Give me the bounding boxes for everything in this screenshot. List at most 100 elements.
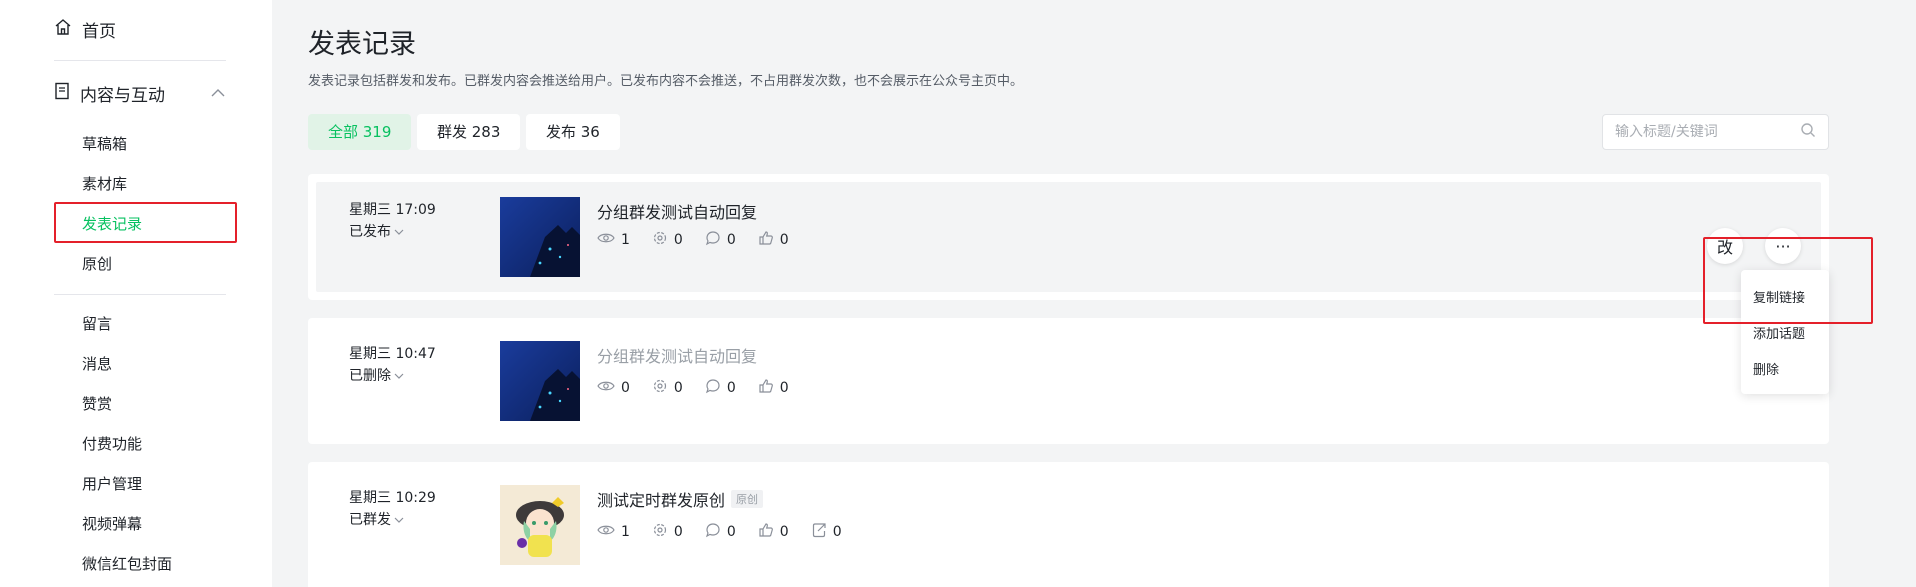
- record-stats: 0 0 0 0: [597, 378, 789, 398]
- chevron-down-icon: [394, 367, 404, 383]
- record-thumbnail[interactable]: [500, 197, 580, 277]
- more-button[interactable]: ···: [1765, 228, 1801, 264]
- record-status-label: 已删除: [349, 368, 391, 384]
- sidebar-item-video-danmaku[interactable]: 视频弹幕: [82, 513, 142, 535]
- record-title-text: 分组群发测试自动回复: [597, 347, 758, 366]
- sidebar: 首页 内容与互动 草稿箱 素材库 发表记录 原创 留言 消息 赞赏 付费功能 用…: [0, 0, 272, 587]
- sidebar-item-paid-features[interactable]: 付费功能: [82, 433, 142, 455]
- stat-shares-value: 0: [673, 232, 683, 248]
- share-icon: [652, 522, 668, 542]
- stat-shares-value: 0: [673, 524, 683, 540]
- more-actions-menu: 复制链接 添加话题 删除: [1741, 270, 1829, 394]
- share-icon: [652, 378, 668, 398]
- sidebar-item-materials[interactable]: 素材库: [82, 173, 127, 195]
- record-title-text: 测试定时群发原创: [597, 491, 726, 510]
- record-status-label: 已发布: [349, 224, 391, 240]
- comment-icon: [705, 230, 721, 250]
- stat-comments-value: 0: [726, 380, 736, 396]
- stat-views-value: 1: [621, 232, 630, 248]
- sidebar-item-red-packet-cover[interactable]: 微信红包封面: [82, 553, 172, 575]
- eye-icon: [597, 380, 615, 396]
- original-badge: 原创: [731, 490, 764, 508]
- record-datetime: 星期三 17:09: [349, 202, 436, 218]
- tab-publish[interactable]: 发布 36: [526, 114, 620, 150]
- stat-views: 0: [597, 378, 630, 398]
- stat-views-value: 0: [621, 380, 630, 396]
- stat-likes: 0: [758, 522, 789, 542]
- record-status-dropdown[interactable]: 已删除: [349, 365, 404, 385]
- stat-views: 1: [597, 230, 630, 250]
- record-thumbnail[interactable]: [500, 341, 580, 421]
- stat-forwards-value: 0: [832, 524, 842, 540]
- sidebar-item-comments[interactable]: 留言: [82, 313, 112, 335]
- stat-views-value: 1: [621, 524, 630, 540]
- stat-views: 1: [597, 522, 630, 542]
- sidebar-item-publish-records[interactable]: 发表记录: [82, 213, 142, 235]
- stat-forwards: 0: [811, 522, 842, 542]
- comment-icon: [705, 522, 721, 542]
- stat-likes: 0: [758, 230, 789, 250]
- menu-item-add-topic[interactable]: 添加话题: [1753, 323, 1805, 342]
- stat-shares: 0: [652, 230, 683, 250]
- page-title: 发表记录: [308, 29, 416, 60]
- sidebar-divider: [54, 60, 226, 61]
- record-stats: 1 0 0 0: [597, 230, 789, 250]
- share-icon: [652, 230, 668, 250]
- stat-comments: 0: [705, 230, 736, 250]
- stat-comments-value: 0: [726, 524, 736, 540]
- chevron-down-icon: [394, 511, 404, 527]
- sidebar-item-original[interactable]: 原创: [82, 253, 112, 275]
- eye-icon: [597, 524, 615, 540]
- thumbs-up-icon: [758, 522, 774, 542]
- record-status-label: 已群发: [349, 512, 391, 528]
- record-stats: 1 0 0 0 0: [597, 522, 842, 542]
- thumbs-up-icon: [758, 378, 774, 398]
- chevron-up-icon: [210, 88, 226, 98]
- tab-mass-send[interactable]: 群发 283: [417, 114, 521, 150]
- record-card[interactable]: 星期三 10:47 已删除 分组群发测试自动回复 0 0 0 0: [308, 318, 1829, 444]
- sidebar-item-home[interactable]: 首页: [54, 14, 116, 44]
- record-status-dropdown[interactable]: 已群发: [349, 509, 404, 529]
- sidebar-item-messages[interactable]: 消息: [82, 353, 112, 375]
- record-datetime: 星期三 10:29: [349, 490, 436, 506]
- record-card[interactable]: 星期三 10:29 已群发 测试定时群发原创 原创 1 0 0 0 0: [308, 462, 1829, 587]
- sidebar-item-drafts[interactable]: 草稿箱: [82, 133, 127, 155]
- comment-icon: [705, 378, 721, 398]
- record-title[interactable]: 测试定时群发原创 原创: [597, 487, 764, 511]
- record-status-dropdown[interactable]: 已发布: [349, 221, 404, 241]
- record-card[interactable]: 星期三 17:09 已发布 分组群发测试自动回复 1 0 0 0: [308, 174, 1829, 300]
- sidebar-item-home-label: 首页: [82, 21, 116, 42]
- record-title[interactable]: 分组群发测试自动回复: [597, 343, 757, 367]
- edit-button[interactable]: 改: [1707, 228, 1743, 264]
- stat-likes-value: 0: [779, 524, 789, 540]
- stat-comments: 0: [705, 522, 736, 542]
- search-box: [1602, 114, 1829, 150]
- stat-likes: 0: [758, 378, 789, 398]
- app: 首页 内容与互动 草稿箱 素材库 发表记录 原创 留言 消息 赞赏 付费功能 用…: [0, 0, 1916, 587]
- sidebar-item-user-management[interactable]: 用户管理: [82, 473, 142, 495]
- document-icon: [54, 82, 70, 105]
- stat-comments: 0: [705, 378, 736, 398]
- record-datetime: 星期三 10:47: [349, 346, 436, 362]
- menu-item-delete[interactable]: 删除: [1753, 359, 1779, 378]
- sidebar-divider: [54, 294, 226, 295]
- thumbs-up-icon: [758, 230, 774, 250]
- stat-likes-value: 0: [779, 380, 789, 396]
- chevron-down-icon: [394, 223, 404, 239]
- search-icon[interactable]: [1800, 122, 1816, 142]
- sidebar-item-rewards[interactable]: 赞赏: [82, 393, 112, 415]
- eye-icon: [597, 232, 615, 248]
- record-title-text: 分组群发测试自动回复: [597, 203, 758, 222]
- home-icon: [54, 18, 72, 41]
- menu-item-copy-link[interactable]: 复制链接: [1753, 287, 1805, 306]
- record-thumbnail[interactable]: [500, 485, 580, 565]
- tab-all[interactable]: 全部 319: [308, 114, 412, 150]
- sidebar-section-label: 内容与互动: [80, 85, 165, 106]
- stat-shares-value: 0: [673, 380, 683, 396]
- forward-icon: [811, 522, 827, 542]
- record-title[interactable]: 分组群发测试自动回复: [597, 199, 757, 223]
- stat-shares: 0: [652, 522, 683, 542]
- stat-likes-value: 0: [779, 232, 789, 248]
- search-input[interactable]: [1615, 124, 1800, 140]
- sidebar-section-content[interactable]: 内容与互动: [54, 78, 226, 108]
